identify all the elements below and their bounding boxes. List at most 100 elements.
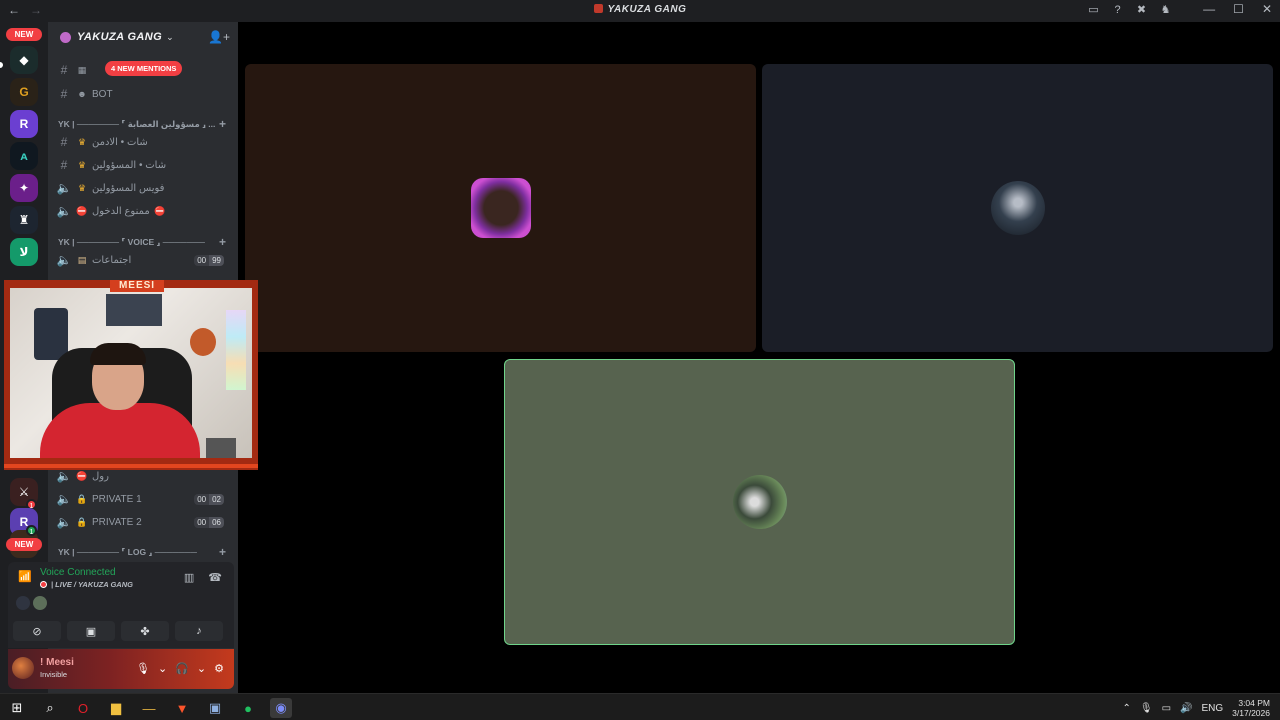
webcam-name-tag: MEESI <box>110 280 164 292</box>
channel-label: شات • المسؤولين <box>92 159 167 171</box>
user-status: Invisible <box>40 670 68 679</box>
speaker-icon: 🔈 <box>56 253 72 267</box>
activities-button[interactable]: ✤ <box>121 621 169 641</box>
call-tile-speaking[interactable] <box>504 359 1015 645</box>
add-channel-icon[interactable]: + <box>219 235 226 249</box>
noise-suppression-icon[interactable]: ▥ <box>184 571 194 584</box>
app-icon[interactable]: — <box>138 698 160 718</box>
server-icon-1[interactable]: ◆ <box>10 46 38 74</box>
invite-people-icon[interactable]: 👤+ <box>208 30 230 44</box>
clock[interactable]: 3:04 PM 3/17/2026 <box>1232 698 1270 718</box>
crown-icon: ♛ <box>77 159 87 170</box>
channel-label: PRIVATE 2 <box>92 516 142 528</box>
help-icon[interactable]: ? <box>1111 4 1124 17</box>
maximize-button[interactable]: ☐ <box>1233 2 1244 16</box>
camera-off-button[interactable]: ⊘ <box>13 621 61 641</box>
inbox-icon[interactable]: ▭ <box>1087 4 1100 17</box>
brave-icon[interactable]: ▼ <box>171 698 193 718</box>
search-icon[interactable]: ⌕ <box>39 698 61 718</box>
server-emblem-icon <box>60 31 71 43</box>
server-logo-icon <box>593 4 603 13</box>
close-button[interactable]: ✕ <box>1262 2 1272 16</box>
server-name: YAKUZA GANG <box>77 31 163 43</box>
channel-mods-chat[interactable]: # ♛ شات • المسؤولين <box>56 155 232 175</box>
call-tile-1[interactable] <box>245 64 756 352</box>
chevron-down-icon: ⌄ <box>166 31 174 42</box>
volume-icon[interactable]: 🔊 <box>1180 703 1192 714</box>
user-limit-counter: 00 02 <box>194 493 224 505</box>
server-icon-4[interactable]: ᴀ <box>10 142 38 170</box>
voice-status[interactable]: Voice Connected <box>40 567 116 578</box>
disconnect-icon[interactable]: ☎ <box>208 571 222 584</box>
avatar[interactable] <box>16 596 30 610</box>
chevron-down-icon[interactable]: ⌄ <box>197 662 206 675</box>
category-voice[interactable]: YK | ─────── ⸢ VOICE ⸥ ─────── + <box>58 234 228 250</box>
game-controller-icon[interactable]: ♞ <box>1159 4 1172 17</box>
server-icon-5[interactable]: ✦ <box>10 174 38 202</box>
channel-no-entry[interactable]: 🔈 ⛔ ممنوع الدخول ⛔ <box>56 201 232 221</box>
discord-icon[interactable]: ◉ <box>270 698 292 718</box>
webcam-frame-bar <box>4 464 258 468</box>
speaker-icon: 🔈 <box>56 181 72 195</box>
headphones-icon[interactable]: 🎧 <box>175 662 189 675</box>
server-header[interactable]: YAKUZA GANG ⌄ 👤+ <box>48 22 238 52</box>
server-icon-6[interactable]: ♜ <box>10 206 38 234</box>
voice-connection-panel: 📶 Voice Connected | LIVE / YAKUZA GANG ▥… <box>8 562 234 648</box>
microphone-icon[interactable]: 🎙 <box>136 662 150 675</box>
hashtag-icon: # <box>60 158 68 172</box>
new-mentions-pill[interactable]: 4 NEW MENTIONS <box>105 61 183 76</box>
channel-admin-chat[interactable]: # ♛ شات • الادمن <box>56 132 232 152</box>
spotify-icon[interactable]: ● <box>237 698 259 718</box>
settings-gear-icon[interactable]: ⚙ <box>214 662 224 675</box>
server-icon-7[interactable]: ﻻ <box>10 238 38 266</box>
soundboard-button[interactable]: ♪ <box>175 621 223 641</box>
title-bar: ← → YAKUZA GANG ▭ ? ✖ ♞ — ☐ ✕ <box>0 0 1280 22</box>
category-label: YK | ─────── ⸢ LOG ⸥ ─────── <box>58 546 197 557</box>
lock-icon: 🔒 <box>76 493 88 504</box>
channel-bot[interactable]: # ☻ BOT <box>56 84 232 104</box>
language-indicator[interactable]: ENG <box>1202 703 1224 714</box>
channel-private-2[interactable]: 🔈 🔒 PRIVATE 2 00 06 <box>56 512 232 532</box>
emoji-icon: ▦ <box>77 64 87 75</box>
add-channel-icon[interactable]: + <box>219 545 226 559</box>
screen-share-button[interactable]: ▣ <box>67 621 115 641</box>
channel-label: BOT <box>92 88 113 100</box>
username[interactable]: ! Meesi <box>40 657 74 668</box>
chevron-down-icon[interactable]: ⌄ <box>158 662 167 675</box>
no-entry-icon: ⛔ <box>154 205 166 216</box>
tray-expand-icon[interactable]: ⌃ <box>1123 703 1131 714</box>
signal-icon[interactable]: 📶 <box>18 570 32 583</box>
network-icon[interactable]: ▭ <box>1162 703 1171 714</box>
voice-channel-link[interactable]: | LIVE / YAKUZA GANG <box>40 580 133 589</box>
hashtag-icon: # <box>60 135 68 149</box>
speaker-icon: 🔈 <box>56 469 72 483</box>
user-panel: ! Meesi Invisible 🎙 ⌄ 🎧 ⌄ ⚙ <box>8 649 234 689</box>
server-icon-3[interactable]: R <box>10 110 38 138</box>
opera-icon[interactable]: O <box>72 698 94 718</box>
channel-label: ممنوع الدخول <box>92 205 150 217</box>
avatar[interactable] <box>12 657 34 679</box>
participant-avatar <box>732 475 787 529</box>
start-icon[interactable]: ⊞ <box>6 698 28 718</box>
server-icon-2[interactable]: G <box>10 78 38 106</box>
file-explorer-icon[interactable]: ▆ <box>105 698 127 718</box>
minimize-button[interactable]: — <box>1203 2 1215 16</box>
crown-icon: ♛ <box>77 136 87 147</box>
system-tray: ⌃ 🎙 ▭ 🔊 ENG 3:04 PM 3/17/2026 <box>1123 698 1271 718</box>
windows-taskbar: ⊞ ⌕ O ▆ — ▼ ▣ ● ◉ ⌃ 🎙 ▭ 🔊 ENG 3:04 PM 3/… <box>0 693 1280 720</box>
add-channel-icon[interactable]: + <box>219 117 226 131</box>
microphone-icon[interactable]: 🎙 <box>1140 703 1153 714</box>
tools-icon[interactable]: ✖ <box>1135 4 1148 17</box>
call-tile-2[interactable] <box>762 64 1273 352</box>
voice-action-buttons: ⊘ ▣ ✤ ♪ <box>13 621 223 641</box>
channel-private-1[interactable]: 🔈 🔒 PRIVATE 1 00 02 <box>56 489 232 509</box>
category-admin[interactable]: YK | ─────── ⸢ مسؤولين العصابة ⸥ ... + <box>58 116 228 132</box>
speaker-icon: 🔈 <box>56 204 72 218</box>
category-log[interactable]: YK | ─────── ⸢ LOG ⸥ ─────── + <box>58 544 228 560</box>
participant-avatar <box>990 181 1045 235</box>
monitor-app-icon[interactable]: ▣ <box>204 698 226 718</box>
webcam-feed <box>10 288 252 458</box>
channel-meetings[interactable]: 🔈 ▤ اجتماعات 00 99 <box>56 250 232 270</box>
avatar[interactable] <box>33 596 47 610</box>
channel-mods-voice[interactable]: 🔈 ♛ فويس المسؤولين <box>56 178 232 198</box>
